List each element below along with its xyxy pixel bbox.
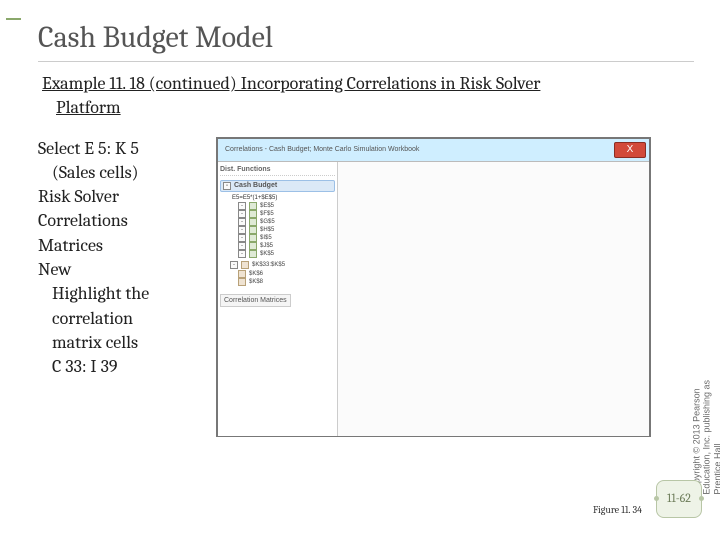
dist-icon bbox=[249, 210, 257, 218]
copyright-l3: Prentice Hall bbox=[713, 444, 720, 495]
dist-icon bbox=[249, 250, 257, 258]
tree-leaf[interactable]: - $G$5 bbox=[220, 218, 335, 226]
instr-l4: Correlations bbox=[38, 210, 128, 231]
copyright-l1: Copyright © 2013 Pearson bbox=[692, 388, 702, 494]
tree-leaf[interactable]: - $F$5 bbox=[220, 210, 335, 218]
minus-icon: - bbox=[238, 242, 246, 250]
instr-l5: Matrices bbox=[38, 235, 103, 256]
dist-icon bbox=[249, 218, 257, 226]
accent-bar bbox=[6, 18, 21, 20]
dist-icon bbox=[249, 226, 257, 234]
tree-formula: E5=E5*(1+$E$5) bbox=[220, 194, 335, 202]
copyright-block: Copyright © 2013 Pearson Education, Inc.… bbox=[680, 200, 692, 400]
tree-leaf-label: $K$5 bbox=[260, 251, 274, 257]
tree-leaf[interactable]: $K$6 bbox=[220, 270, 335, 278]
dialog-titlebar: Correlations - Cash Budget; Monte Carlo … bbox=[218, 139, 649, 162]
group-icon bbox=[241, 261, 249, 269]
dialog-window: Correlations - Cash Budget; Monte Carlo … bbox=[216, 137, 651, 437]
tree-leaf[interactable]: - $H$5 bbox=[220, 226, 335, 234]
close-button[interactable]: X bbox=[614, 142, 646, 158]
tree-leaf[interactable]: - $J$5 bbox=[220, 242, 335, 250]
page-number: 11-62 bbox=[667, 492, 691, 505]
tree-leaf[interactable]: - $E$5 bbox=[220, 202, 335, 210]
tree-leaf-label: $K$8 bbox=[249, 279, 263, 285]
minus-icon: - bbox=[238, 226, 246, 234]
instr-l9: matrix cells bbox=[38, 331, 208, 355]
correlation-matrices-label[interactable]: Correlation Matrices bbox=[220, 294, 291, 307]
dist-icon bbox=[249, 234, 257, 242]
tree-leaf[interactable]: $K$8 bbox=[220, 278, 335, 286]
minus-icon: - bbox=[238, 218, 246, 226]
instr-l3: Risk Solver bbox=[38, 186, 119, 207]
tree-group2-label: $K$33:$K$5 bbox=[252, 262, 285, 268]
dist-icon bbox=[249, 242, 257, 250]
instr-l8: correlation bbox=[38, 307, 208, 331]
tree-panel: Dist. Functions - Cash Budget E5=E5*(1+$… bbox=[218, 162, 338, 436]
page-number-pill: 11-62 bbox=[656, 480, 702, 518]
copyright-l2: Education, Inc. publishing as bbox=[702, 380, 712, 495]
instr-l1: Select E 5: K 5 bbox=[38, 138, 139, 159]
tree-group-label: Cash Budget bbox=[234, 182, 277, 189]
tree-leaf[interactable]: - $K$5 bbox=[220, 250, 335, 258]
dist-icon bbox=[249, 202, 257, 210]
instruction-block: Select E 5: K 5 (Sales cells) Risk Solve… bbox=[38, 137, 208, 437]
tree-leaf[interactable]: - $I$5 bbox=[220, 234, 335, 242]
tree-group-2[interactable]: - $K$33:$K$5 bbox=[220, 260, 335, 270]
tree-group-cash-budget[interactable]: - Cash Budget bbox=[220, 180, 335, 192]
subtitle-line2: Platform bbox=[42, 96, 694, 120]
subtitle-line1: Example 11. 18 (continued) Incorporating… bbox=[42, 73, 540, 94]
tree-leaf-label: $H$5 bbox=[260, 227, 274, 233]
minus-icon: - bbox=[230, 261, 238, 269]
tree-leaf-label: $J$5 bbox=[260, 243, 273, 249]
dist-icon bbox=[238, 278, 246, 286]
tree-leaf-label: $G$5 bbox=[260, 219, 275, 225]
dist-icon bbox=[238, 270, 246, 278]
tree-header: Dist. Functions bbox=[220, 166, 335, 176]
minus-icon: - bbox=[238, 234, 246, 242]
title-underline bbox=[38, 61, 694, 62]
minus-icon: - bbox=[223, 182, 231, 190]
dialog-blank-area bbox=[338, 162, 649, 436]
figure-caption: Figure 11. 34 bbox=[593, 504, 642, 516]
tree-leaf-label: $K$6 bbox=[249, 271, 263, 277]
dialog-title: Correlations - Cash Budget; Monte Carlo … bbox=[221, 146, 419, 153]
instr-l10: C 33: I 39 bbox=[38, 355, 208, 379]
example-subtitle: Example 11. 18 (continued) Incorporating… bbox=[42, 72, 694, 121]
tree-leaf-label: $I$5 bbox=[260, 235, 272, 241]
minus-icon: - bbox=[238, 210, 246, 218]
tree-leaf-label: $E$5 bbox=[260, 203, 274, 209]
minus-icon: - bbox=[238, 250, 246, 258]
tree-leaf-label: $F$5 bbox=[260, 211, 274, 217]
minus-icon: - bbox=[238, 202, 246, 210]
instr-l2: (Sales cells) bbox=[38, 161, 208, 185]
page-title: Cash Budget Model bbox=[38, 20, 694, 55]
instr-l6: New bbox=[38, 259, 71, 280]
instr-l7: Highlight the bbox=[38, 282, 208, 306]
